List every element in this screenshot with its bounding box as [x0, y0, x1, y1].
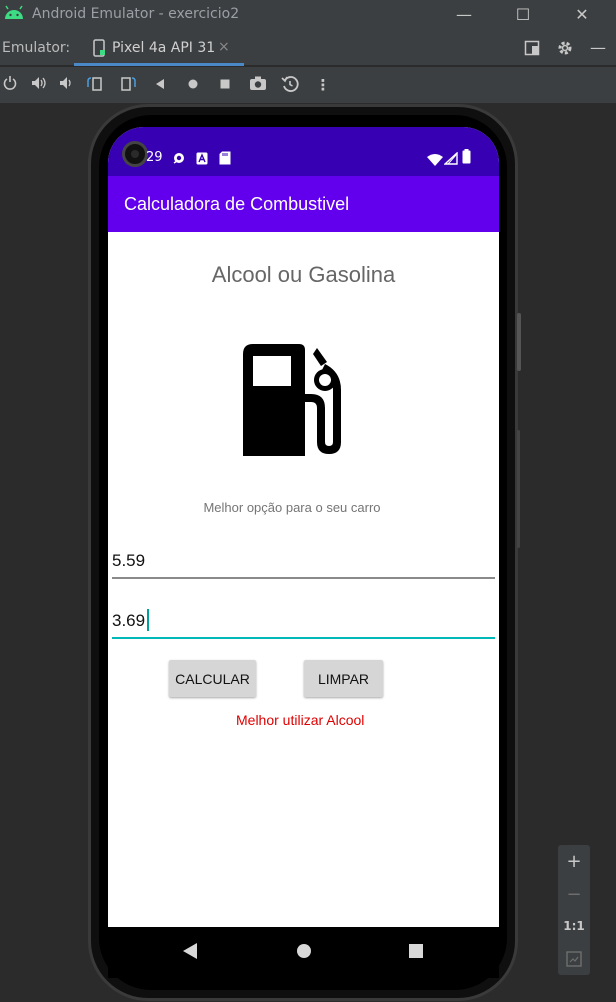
zoom-controls: + − 1:1 [558, 845, 590, 975]
gasolina-price-field[interactable] [112, 545, 495, 579]
app-title: Calculadora de Combustivel [124, 194, 350, 214]
emulator-tab-bar: Emulator: Pixel 4a API 31 × — [0, 30, 616, 66]
headline-text: Alcool ou Gasolina [211, 262, 396, 287]
snapshot-icon[interactable] [280, 75, 300, 95]
zoom-in-button[interactable]: + [558, 851, 590, 872]
main-content: Alcool ou Gasolina Melhor opção para o s… [108, 232, 499, 927]
calcular-button[interactable]: CALCULAR [169, 660, 256, 697]
emulator-label: Emulator: [2, 40, 71, 56]
tab-pixel-4a[interactable]: Pixel 4a API 31 × [74, 30, 244, 66]
field-underline [112, 577, 495, 579]
emulator-toolbar: ⋮ [0, 67, 616, 103]
hide-panel-icon[interactable]: — [590, 38, 606, 57]
tab-label: Pixel 4a API 31 [112, 40, 216, 56]
window-title: Android Emulator - exercicio2 [32, 6, 240, 22]
limpar-button[interactable]: LIMPAR [304, 660, 383, 697]
power-icon[interactable] [0, 75, 20, 95]
navigation-bar [108, 927, 499, 978]
subtitle-text: Melhor opção para o seu carro [203, 500, 381, 515]
nav-home-icon[interactable] [296, 942, 312, 964]
close-window-button[interactable]: ✕ [570, 3, 594, 27]
wifi-icon [427, 151, 443, 170]
more-options-icon[interactable]: ⋮ [313, 75, 333, 95]
minimize-button[interactable]: — [452, 3, 476, 27]
home-icon[interactable] [183, 75, 203, 95]
text-cursor [147, 609, 149, 631]
volume-down-icon[interactable] [56, 75, 76, 95]
maximize-button[interactable]: ☐ [511, 3, 535, 27]
active-tab-indicator [74, 63, 244, 66]
battery-icon [462, 149, 471, 168]
actual-size-button[interactable]: 1:1 [558, 919, 590, 933]
window-title-bar: Android Emulator - exercicio2 — ☐ ✕ [0, 0, 616, 30]
settings-gear-icon[interactable] [556, 39, 574, 61]
font-notification-icon [196, 150, 208, 169]
device-volume-key[interactable] [517, 430, 520, 548]
app-bar: Calculadora de Combustivel [108, 176, 499, 232]
back-icon[interactable] [150, 75, 170, 95]
rotate-right-icon[interactable] [118, 75, 138, 95]
nav-back-icon[interactable] [182, 942, 198, 964]
fit-screen-icon[interactable] [566, 951, 582, 971]
alcool-price-input[interactable] [112, 605, 495, 637]
device-screen: 29 Calculadora de Combustivel Alcool ou … [108, 127, 499, 978]
status-time: 29 [146, 150, 163, 165]
overview-icon[interactable] [215, 75, 235, 95]
sd-card-icon [219, 150, 231, 169]
gasolina-price-input[interactable] [112, 545, 495, 577]
nav-overview-icon[interactable] [408, 942, 424, 964]
front-camera [122, 141, 148, 167]
device-power-key[interactable] [517, 313, 521, 371]
notification-icon [172, 150, 186, 169]
fuel-pump-icon [241, 342, 347, 462]
android-logo-icon [3, 5, 25, 25]
zoom-out-button[interactable]: − [558, 884, 590, 905]
rotate-left-icon[interactable] [85, 75, 105, 95]
field-underline-focused [112, 637, 495, 639]
device-icon [92, 39, 106, 61]
close-tab-icon[interactable]: × [218, 39, 230, 55]
volume-up-icon[interactable] [29, 75, 49, 95]
result-text: Melhor utilizar Alcool [236, 712, 365, 728]
layout-icon[interactable] [524, 40, 540, 60]
alcool-price-field[interactable] [112, 605, 495, 639]
status-bar: 29 [108, 127, 499, 176]
screenshot-camera-icon[interactable] [248, 75, 268, 95]
signal-icon [443, 150, 458, 169]
